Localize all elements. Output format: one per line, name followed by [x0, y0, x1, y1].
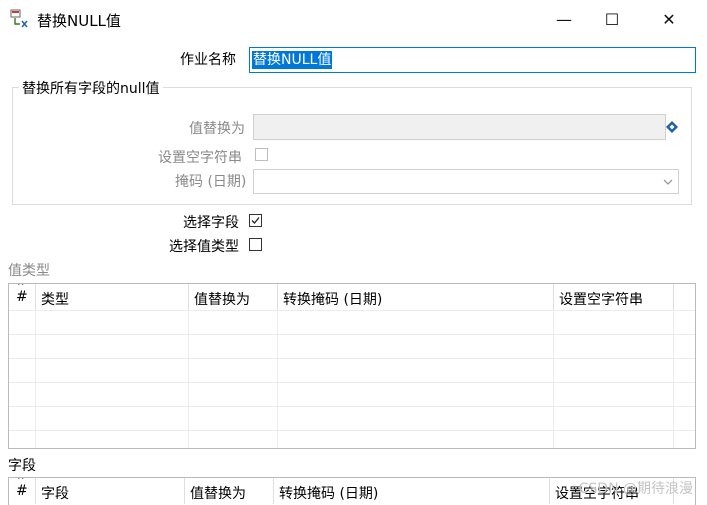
value-type-table-header: ^ # 类型 值替换为 转换掩码 (日期) 设置空字符串 — [9, 284, 695, 310]
job-name-input[interactable]: 替换NULL值 — [249, 47, 696, 73]
watermark: CSDN @期待浪漫 — [578, 481, 693, 497]
maximize-button[interactable]: ☐ — [588, 0, 636, 38]
column-header-mask[interactable]: 转换掩码 (日期) — [278, 284, 554, 310]
select-value-type-checkbox[interactable] — [249, 238, 262, 251]
table-row[interactable] — [9, 310, 695, 334]
select-fields-label: 选择字段 — [183, 215, 239, 231]
table-row[interactable] — [9, 430, 695, 448]
sort-caret-icon: ^ — [17, 283, 25, 292]
set-empty-label: 设置空字符串 — [158, 150, 242, 166]
table-row[interactable] — [9, 358, 695, 382]
table-row[interactable] — [9, 382, 695, 406]
group-title: 替换所有字段的null值 — [19, 78, 163, 98]
column-header-number[interactable]: ^ # — [9, 478, 36, 504]
column-header-filler — [674, 284, 695, 310]
value-type-table[interactable]: ^ # 类型 值替换为 转换掩码 (日期) 设置空字符串 — [8, 283, 696, 449]
job-name-label: 作业名称 — [180, 52, 236, 68]
mask-combobox[interactable] — [253, 169, 679, 194]
select-value-type-label: 选择值类型 — [169, 239, 239, 255]
select-fields-checkbox[interactable] — [249, 214, 262, 227]
chevron-down-icon[interactable] — [659, 171, 677, 193]
mask-label: 掩码 (日期) — [175, 174, 247, 190]
table-row[interactable] — [9, 406, 695, 430]
minimize-button[interactable]: — — [540, 0, 588, 38]
value-type-section-label: 值类型 — [8, 263, 50, 279]
column-header-field[interactable]: 字段 — [36, 478, 185, 504]
column-header-replace-with[interactable]: 值替换为 — [185, 478, 274, 504]
replace-with-input[interactable] — [253, 114, 666, 140]
transform-icon — [10, 9, 30, 29]
variable-diamond-icon[interactable] — [666, 121, 678, 133]
column-header-set-empty[interactable]: 设置空字符串 — [554, 284, 674, 310]
column-header-replace-with[interactable]: 值替换为 — [189, 284, 278, 310]
column-header-type[interactable]: 类型 — [36, 284, 189, 310]
sort-caret-icon: ^ — [17, 477, 25, 486]
window-title: 替换NULL值 — [37, 12, 121, 30]
table-row[interactable] — [9, 334, 695, 358]
fields-section-label: 字段 — [8, 458, 36, 474]
set-empty-checkbox[interactable] — [255, 148, 268, 161]
close-button[interactable]: ✕ — [645, 0, 693, 38]
column-header-number[interactable]: ^ # — [9, 284, 36, 310]
replace-with-label: 值替换为 — [189, 121, 245, 137]
job-name-value: 替换NULL值 — [252, 51, 333, 69]
column-header-mask[interactable]: 转换掩码 (日期) — [274, 478, 550, 504]
